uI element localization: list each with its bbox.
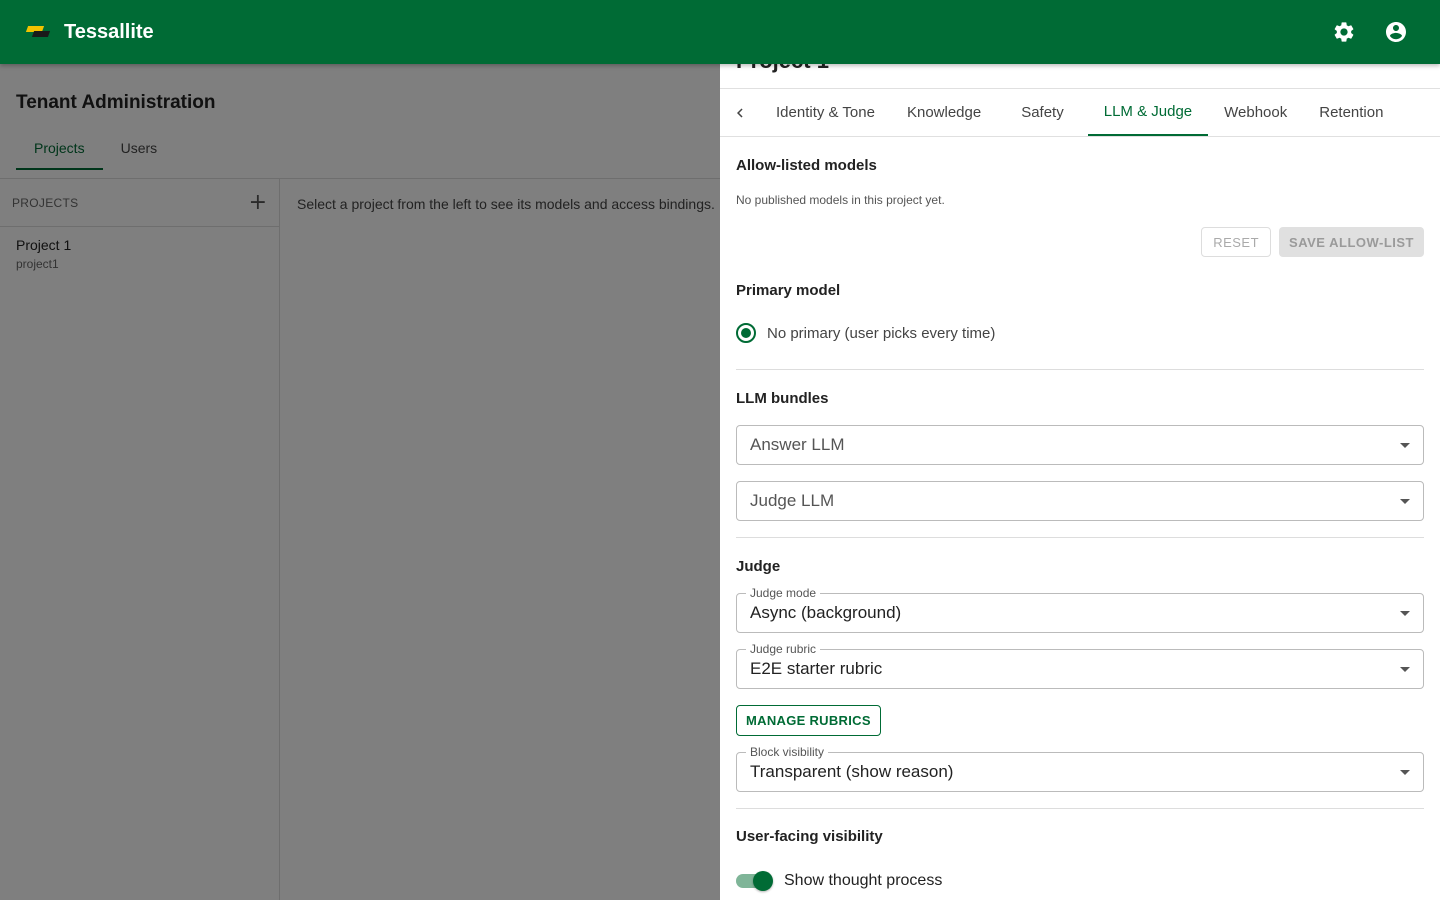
answer-llm-select[interactable]: Answer LLM	[736, 425, 1424, 465]
manage-rubrics-row: MANAGE RUBRICS	[736, 705, 1424, 736]
section-divider	[736, 369, 1424, 370]
settings-button[interactable]	[1324, 12, 1364, 52]
tessallite-logo-icon	[24, 22, 52, 42]
reset-button[interactable]: RESET	[1201, 227, 1272, 257]
judge-llm-placeholder: Judge LLM	[750, 491, 835, 510]
judge-mode-value: Async (background)	[750, 603, 902, 622]
block-visibility-label: Block visibility	[746, 745, 829, 759]
show-thought-process-label: Show thought process	[784, 872, 943, 889]
show-thought-process-switch[interactable]	[736, 871, 773, 891]
allow-list-heading: Allow-listed models	[736, 157, 877, 174]
tab-webhook[interactable]: Webhook	[1208, 89, 1303, 136]
section-divider	[736, 808, 1424, 809]
caret-down-icon	[1400, 443, 1410, 448]
radio-checked-icon[interactable]	[736, 323, 756, 343]
tab-llm-judge[interactable]: LLM & Judge	[1087, 89, 1209, 136]
allow-list-empty-note: No published models in this project yet.	[736, 193, 945, 207]
caret-down-icon	[1400, 770, 1410, 775]
tab-safety[interactable]: Safety	[997, 89, 1088, 136]
primary-model-heading: Primary model	[736, 282, 841, 299]
tab-scroll-left-button[interactable]	[720, 89, 760, 136]
judge-heading: Judge	[736, 558, 781, 575]
caret-down-icon	[1400, 499, 1410, 504]
tab-knowledge[interactable]: Knowledge	[891, 89, 997, 136]
show-thought-process-toggle-row[interactable]: Show thought process	[736, 871, 1424, 891]
user-visibility-heading: User-facing visibility	[736, 828, 883, 845]
judge-rubric-value: E2E starter rubric	[750, 659, 883, 678]
app-bar: Tessallite	[0, 0, 1440, 64]
account-button[interactable]	[1376, 12, 1416, 52]
no-primary-label: No primary (user picks every time)	[767, 324, 996, 342]
caret-down-icon	[1400, 611, 1410, 616]
answer-llm-placeholder: Answer LLM	[750, 435, 845, 454]
judge-llm-select[interactable]: Judge LLM	[736, 481, 1424, 521]
project-settings-drawer: Project 1 Identity & Tone Knowledge Safe…	[720, 64, 1440, 900]
drawer-tabs: Identity & Tone Knowledge Safety LLM & J…	[720, 89, 1440, 137]
judge-mode-label: Judge mode	[746, 586, 821, 600]
allow-list-actions: RESET SAVE ALLOW-LIST	[736, 227, 1424, 257]
no-primary-radio-option[interactable]: No primary (user picks every time)	[736, 323, 1424, 343]
judge-rubric-select[interactable]: Judge rubric E2E starter rubric	[736, 642, 1424, 689]
tab-retention[interactable]: Retention	[1303, 89, 1399, 136]
tab-identity-tone[interactable]: Identity & Tone	[760, 89, 891, 136]
manage-rubrics-button[interactable]: MANAGE RUBRICS	[736, 705, 881, 736]
llm-bundles-heading: LLM bundles	[736, 390, 829, 407]
drawer-title: Project 1	[736, 64, 829, 74]
judge-rubric-label: Judge rubric	[746, 642, 821, 656]
judge-mode-select[interactable]: Judge mode Async (background)	[736, 586, 1424, 633]
brand-name: Tessallite	[64, 20, 154, 43]
block-visibility-value: Transparent (show reason)	[750, 762, 954, 781]
save-allow-list-button[interactable]: SAVE ALLOW-LIST	[1279, 227, 1424, 257]
chevron-left-icon	[737, 108, 743, 117]
gear-icon	[1334, 22, 1354, 42]
section-divider	[736, 537, 1424, 538]
llm-judge-settings: Allow-listed models No published models …	[736, 137, 1424, 891]
account-circle-icon	[1386, 22, 1406, 42]
caret-down-icon	[1400, 667, 1410, 672]
block-visibility-select[interactable]: Block visibility Transparent (show reaso…	[736, 745, 1424, 792]
